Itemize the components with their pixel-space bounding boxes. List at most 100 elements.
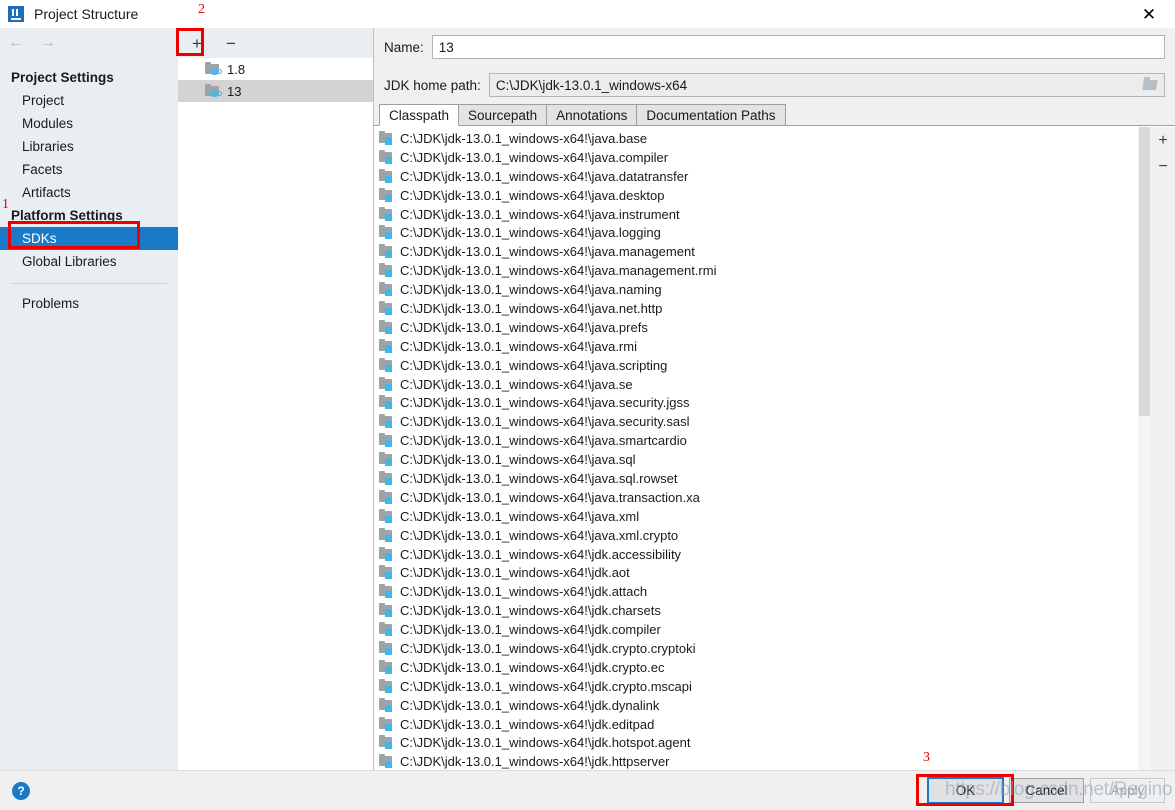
sidebar-item-libraries[interactable]: Libraries	[0, 135, 178, 158]
module-folder-icon	[379, 508, 395, 523]
dialog-content: ← → Project Settings Project Modules Lib…	[0, 28, 1175, 770]
module-folder-icon	[379, 754, 395, 769]
classpath-row[interactable]: C:\JDK\jdk-13.0.1_windows-x64!\java.nami…	[374, 280, 1138, 299]
classpath-row[interactable]: C:\JDK\jdk-13.0.1_windows-x64!\java.desk…	[374, 186, 1138, 205]
classpath-entry-label: C:\JDK\jdk-13.0.1_windows-x64!\java.secu…	[400, 395, 690, 411]
module-folder-icon	[379, 130, 395, 145]
help-icon[interactable]: ?	[12, 781, 30, 800]
classpath-row[interactable]: C:\JDK\jdk-13.0.1_windows-x64!\java.base	[374, 129, 1138, 148]
module-folder-icon	[379, 244, 395, 259]
classpath-entry-label: C:\JDK\jdk-13.0.1_windows-x64!\java.nami…	[400, 282, 662, 298]
sdk-add-button[interactable]: +	[186, 32, 208, 54]
classpath-row[interactable]: C:\JDK\jdk-13.0.1_windows-x64!\jdk.crypt…	[374, 677, 1138, 696]
classpath-row[interactable]: C:\JDK\jdk-13.0.1_windows-x64!\jdk.crypt…	[374, 639, 1138, 658]
scrollbar-thumb[interactable]	[1139, 127, 1150, 417]
classpath-row[interactable]: C:\JDK\jdk-13.0.1_windows-x64!\jdk.attac…	[374, 582, 1138, 601]
classpath-add-button[interactable]: +	[1153, 131, 1173, 151]
tab-sourcepath[interactable]: Sourcepath	[458, 104, 548, 125]
classpath-row[interactable]: C:\JDK\jdk-13.0.1_windows-x64!\java.data…	[374, 167, 1138, 186]
module-folder-icon	[379, 659, 395, 674]
classpath-row[interactable]: C:\JDK\jdk-13.0.1_windows-x64!\java.secu…	[374, 412, 1138, 431]
module-folder-icon	[379, 206, 395, 221]
classpath-row[interactable]: C:\JDK\jdk-13.0.1_windows-x64!\java.xml.…	[374, 526, 1138, 545]
classpath-row[interactable]: C:\JDK\jdk-13.0.1_windows-x64!\jdk.hotsp…	[374, 734, 1138, 753]
sdk-list-item[interactable]: 1.8	[178, 58, 373, 80]
close-icon[interactable]: ✕	[1129, 0, 1169, 28]
classpath-entry-label: C:\JDK\jdk-13.0.1_windows-x64!\jdk.hotsp…	[400, 735, 691, 751]
arrow-right-icon[interactable]: →	[40, 35, 56, 51]
footer-buttons: OK Cancel Apply	[927, 777, 1165, 804]
classpath-entry-label: C:\JDK\jdk-13.0.1_windows-x64!\java.desk…	[400, 187, 665, 203]
module-folder-icon	[379, 489, 395, 504]
classpath-row[interactable]: C:\JDK\jdk-13.0.1_windows-x64!\jdk.dynal…	[374, 696, 1138, 715]
classpath-row[interactable]: C:\JDK\jdk-13.0.1_windows-x64!\jdk.https…	[374, 752, 1138, 770]
classpath-row[interactable]: C:\JDK\jdk-13.0.1_windows-x64!\java.mana…	[374, 242, 1138, 261]
classpath-row[interactable]: C:\JDK\jdk-13.0.1_windows-x64!\java.inst…	[374, 205, 1138, 224]
module-folder-icon	[379, 470, 395, 485]
sidebar-divider	[11, 283, 167, 284]
classpath-entry-label: C:\JDK\jdk-13.0.1_windows-x64!\java.se	[400, 376, 633, 392]
name-input[interactable]: 13	[431, 35, 1165, 59]
classpath-row[interactable]: C:\JDK\jdk-13.0.1_windows-x64!\java.rmi	[374, 337, 1138, 356]
sidebar-item-global-libraries[interactable]: Global Libraries	[0, 250, 178, 273]
jdk-home-label: JDK home path:	[384, 77, 481, 93]
module-folder-icon	[379, 433, 395, 448]
arrow-left-icon[interactable]: ←	[8, 35, 24, 51]
sidebar-item-sdks[interactable]: SDKs	[0, 227, 178, 250]
classpath-row[interactable]: C:\JDK\jdk-13.0.1_windows-x64!\java.logg…	[374, 223, 1138, 242]
classpath-remove-button[interactable]: −	[1153, 157, 1173, 177]
classpath-row[interactable]: C:\JDK\jdk-13.0.1_windows-x64!\java.sql.…	[374, 469, 1138, 488]
classpath-row[interactable]: C:\JDK\jdk-13.0.1_windows-x64!\java.secu…	[374, 393, 1138, 412]
classpath-row[interactable]: C:\JDK\jdk-13.0.1_windows-x64!\jdk.aot	[374, 563, 1138, 582]
classpath-row[interactable]: C:\JDK\jdk-13.0.1_windows-x64!\java.mana…	[374, 261, 1138, 280]
classpath-row[interactable]: C:\JDK\jdk-13.0.1_windows-x64!\java.scri…	[374, 356, 1138, 375]
classpath-row[interactable]: C:\JDK\jdk-13.0.1_windows-x64!\java.sql	[374, 450, 1138, 469]
sidebar-item-problems[interactable]: Problems	[0, 292, 178, 315]
tab-documentation-paths[interactable]: Documentation Paths	[636, 104, 786, 125]
classpath-row[interactable]: C:\JDK\jdk-13.0.1_windows-x64!\java.comp…	[374, 148, 1138, 167]
classpath-row[interactable]: C:\JDK\jdk-13.0.1_windows-x64!\java.xml	[374, 507, 1138, 526]
classpath-row[interactable]: C:\JDK\jdk-13.0.1_windows-x64!\jdk.compi…	[374, 620, 1138, 639]
module-folder-icon	[379, 319, 395, 334]
classpath-scrollbar[interactable]	[1138, 127, 1151, 770]
sidebar-item-modules[interactable]: Modules	[0, 112, 178, 135]
sdk-items: 1.8 13	[178, 58, 373, 770]
classpath-entry-label: C:\JDK\jdk-13.0.1_windows-x64!\jdk.crypt…	[400, 678, 692, 694]
classpath-row[interactable]: C:\JDK\jdk-13.0.1_windows-x64!\java.net.…	[374, 299, 1138, 318]
ok-button[interactable]: OK	[927, 777, 1004, 804]
module-folder-icon	[379, 149, 395, 164]
classpath-entry-label: C:\JDK\jdk-13.0.1_windows-x64!\java.smar…	[400, 433, 687, 449]
classpath-row[interactable]: C:\JDK\jdk-13.0.1_windows-x64!\jdk.acces…	[374, 545, 1138, 564]
jdk-home-value: C:\JDK\jdk-13.0.1_windows-x64	[495, 77, 688, 93]
classpath-entry-label: C:\JDK\jdk-13.0.1_windows-x64!\java.mana…	[400, 244, 695, 260]
classpath-entry-label: C:\JDK\jdk-13.0.1_windows-x64!\jdk.https…	[400, 754, 670, 770]
sdk-toolbar: + −	[178, 28, 373, 58]
cancel-button[interactable]: Cancel	[1009, 778, 1084, 803]
module-folder-icon	[379, 622, 395, 637]
tab-annotations[interactable]: Annotations	[546, 104, 638, 125]
classpath-row[interactable]: C:\JDK\jdk-13.0.1_windows-x64!\java.pref…	[374, 318, 1138, 337]
classpath-row[interactable]: C:\JDK\jdk-13.0.1_windows-x64!\jdk.chars…	[374, 601, 1138, 620]
folder-browse-icon[interactable]	[1142, 78, 1158, 91]
classpath-entry-label: C:\JDK\jdk-13.0.1_windows-x64!\java.net.…	[400, 300, 663, 316]
module-folder-icon	[379, 338, 395, 353]
sidebar-item-artifacts[interactable]: Artifacts	[0, 181, 178, 204]
classpath-entry-label: C:\JDK\jdk-13.0.1_windows-x64!\jdk.dynal…	[400, 697, 660, 713]
apply-button: Apply	[1090, 778, 1165, 803]
classpath-row[interactable]: C:\JDK\jdk-13.0.1_windows-x64!\jdk.editp…	[374, 715, 1138, 734]
sdk-remove-button[interactable]: −	[220, 32, 242, 54]
module-folder-icon	[379, 678, 395, 693]
sidebar-item-project[interactable]: Project	[0, 89, 178, 112]
jdk-home-input[interactable]: C:\JDK\jdk-13.0.1_windows-x64	[488, 73, 1165, 97]
classpath-row[interactable]: C:\JDK\jdk-13.0.1_windows-x64!\jdk.crypt…	[374, 658, 1138, 677]
classpath-row[interactable]: C:\JDK\jdk-13.0.1_windows-x64!\java.tran…	[374, 488, 1138, 507]
sdk-list-panel: + − 1.8 13	[178, 28, 374, 770]
classpath-row[interactable]: C:\JDK\jdk-13.0.1_windows-x64!\java.se	[374, 375, 1138, 394]
classpath-entry-label: C:\JDK\jdk-13.0.1_windows-x64!\java.data…	[400, 168, 689, 184]
module-folder-icon	[379, 527, 395, 542]
classpath-row[interactable]: C:\JDK\jdk-13.0.1_windows-x64!\java.smar…	[374, 431, 1138, 450]
sdk-list-item[interactable]: 13	[178, 80, 373, 102]
sidebar-item-facets[interactable]: Facets	[0, 158, 178, 181]
classpath-entry-label: C:\JDK\jdk-13.0.1_windows-x64!\java.sql.…	[400, 470, 678, 486]
tab-classpath[interactable]: Classpath	[379, 104, 460, 126]
